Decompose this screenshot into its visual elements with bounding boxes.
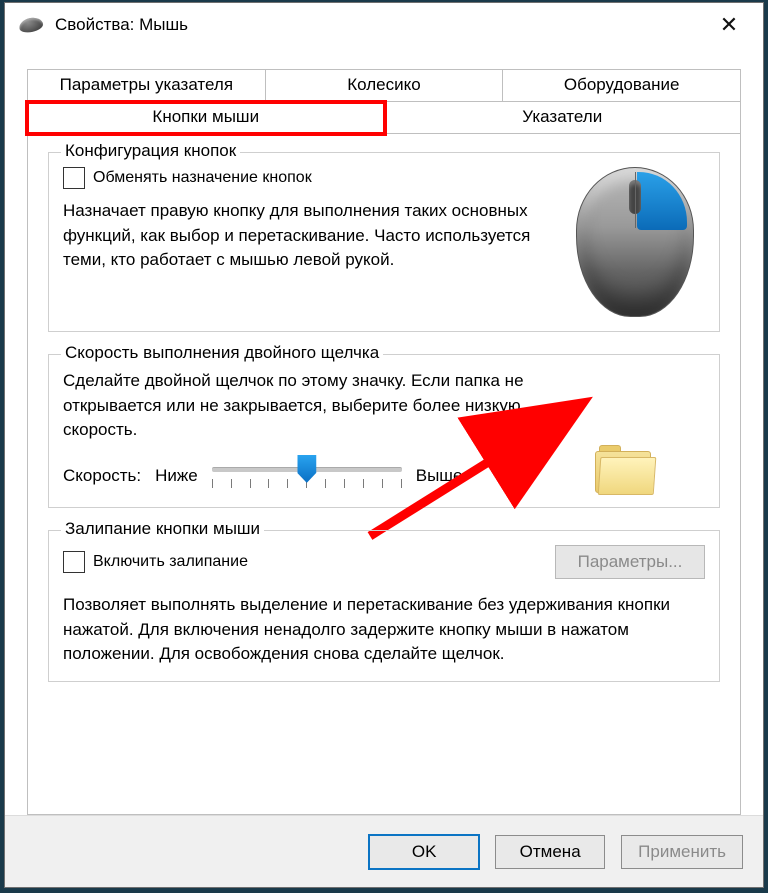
tab-row-bottom: Кнопки мыши Указатели xyxy=(27,102,741,134)
clicklock-checkbox-row[interactable]: Включить залипание xyxy=(63,551,248,573)
swap-buttons-checkbox-row[interactable]: Обменять назначение кнопок xyxy=(63,167,555,189)
tab-wheel[interactable]: Колесико xyxy=(266,69,504,102)
tab-panel: Конфигурация кнопок Обменять назначение … xyxy=(27,134,741,815)
tab-pointers[interactable]: Указатели xyxy=(385,102,742,134)
tab-row-top: Параметры указателя Колесико Оборудовани… xyxy=(27,69,741,102)
client-area: Параметры указателя Колесико Оборудовани… xyxy=(5,47,763,815)
close-button[interactable]: ✕ xyxy=(701,6,757,44)
tab-strip: Параметры указателя Колесико Оборудовани… xyxy=(27,65,741,134)
dialog-window: Свойства: Мышь ✕ Параметры указателя Кол… xyxy=(4,2,764,888)
speed-fast-label: Выше xyxy=(416,466,463,486)
clicklock-description: Позволяет выполнять выделение и перетаск… xyxy=(63,593,705,667)
tab-hardware[interactable]: Оборудование xyxy=(503,69,741,102)
tab-pointer-options[interactable]: Параметры указателя xyxy=(27,69,266,102)
doubleclick-speed-slider[interactable] xyxy=(212,459,402,493)
group-button-config: Конфигурация кнопок Обменять назначение … xyxy=(48,152,720,332)
group-button-config-title: Конфигурация кнопок xyxy=(61,141,240,161)
tab-buttons[interactable]: Кнопки мыши xyxy=(27,102,385,134)
clicklock-checkbox[interactable] xyxy=(63,551,85,573)
titlebar[interactable]: Свойства: Мышь ✕ xyxy=(5,3,763,47)
window-title: Свойства: Мышь xyxy=(55,15,701,35)
dialog-footer: OK Отмена Применить xyxy=(5,815,763,887)
ok-button[interactable]: OK xyxy=(369,835,479,869)
apply-button[interactable]: Применить xyxy=(621,835,743,869)
speed-slow-label: Ниже xyxy=(155,466,198,486)
speed-description: Сделайте двойной щелчок по этому значку.… xyxy=(63,369,545,443)
group-clicklock-title: Залипание кнопки мыши xyxy=(61,519,264,539)
group-speed-title: Скорость выполнения двойного щелчка xyxy=(61,343,383,363)
swap-buttons-checkbox[interactable] xyxy=(63,167,85,189)
group-clicklock: Залипание кнопки мыши Включить залипание… xyxy=(48,530,720,682)
clicklock-settings-button: Параметры... xyxy=(555,545,705,579)
doubleclick-test-folder-icon[interactable] xyxy=(595,445,655,493)
cancel-button[interactable]: Отмена xyxy=(495,835,605,869)
swap-buttons-label: Обменять назначение кнопок xyxy=(93,169,312,187)
mouse-illustration xyxy=(576,167,694,317)
mouse-right-button-highlight xyxy=(637,172,687,230)
mouse-icon xyxy=(18,16,44,35)
mouse-wheel-icon xyxy=(629,180,641,214)
swap-buttons-description: Назначает правую кнопку для выполнения т… xyxy=(63,199,555,273)
clicklock-label: Включить залипание xyxy=(93,553,248,571)
group-doubleclick-speed: Скорость выполнения двойного щелчка Сдел… xyxy=(48,354,720,508)
speed-label: Скорость: xyxy=(63,466,141,486)
